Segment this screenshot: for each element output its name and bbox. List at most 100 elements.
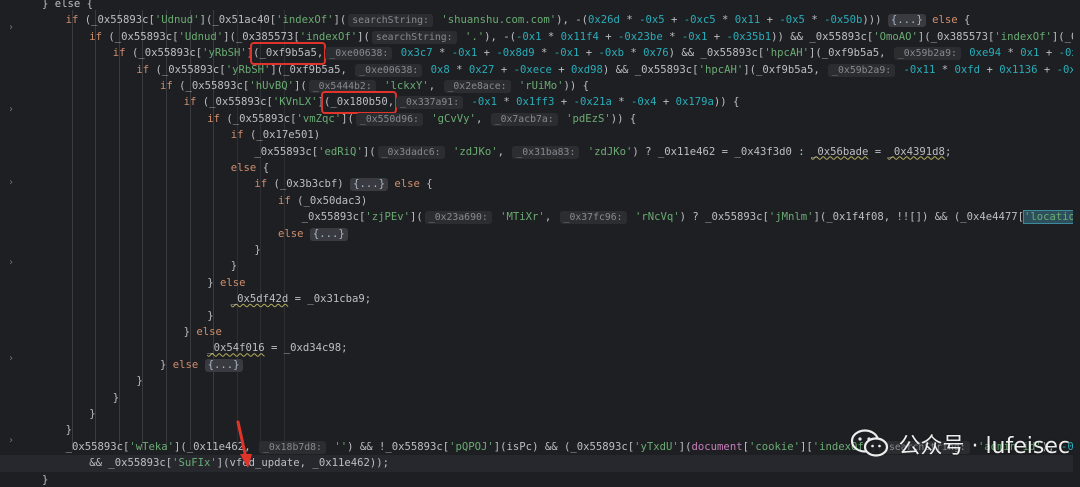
code-line[interactable]: if (_0x55893c['yRbSH'](_0xf9b5a5, _0xe006… — [0, 42, 1080, 65]
code-editor[interactable]: › › › › › › } else {if (_0x55893c['Udnud… — [0, 0, 1080, 487]
code-line[interactable]: if (_0x50dac3) — [0, 193, 367, 209]
code-token: 0x1ff3 — [516, 96, 555, 109]
code-token: , — [475, 112, 489, 125]
code-token: * — [541, 30, 561, 43]
code-token: _0x5df42d — [230, 293, 289, 306]
code-token: _0x55893c[ — [301, 211, 366, 224]
folded-region[interactable]: {...} — [204, 358, 243, 372]
code-token: )) { — [610, 112, 637, 125]
vertical-scrollbar[interactable] — [1073, 0, 1080, 487]
code-line[interactable]: } else { — [0, 0, 93, 12]
code-line[interactable]: } — [0, 390, 119, 406]
code-token: -0x21a — [573, 96, 612, 109]
code-token: ), -( — [484, 30, 516, 43]
code-token: -0x5 — [779, 14, 805, 27]
code-token: 0x3c7 — [394, 47, 433, 60]
code-line[interactable]: } else {...} — [0, 357, 243, 373]
code-token: 0x76 — [643, 47, 669, 60]
code-line[interactable]: _0x54f016 = _0xd34c98; — [0, 340, 347, 356]
code-token: + — [551, 63, 571, 76]
code-line[interactable]: else { — [0, 160, 269, 176]
code-line[interactable]: if (_0x55893c['KVnLX'](_0x180b50, _0x337a… — [0, 91, 739, 114]
code-token: + — [656, 96, 676, 109]
code-token: (_0x55893c[ — [179, 80, 250, 92]
code-token: * — [935, 63, 955, 76]
code-token: * — [623, 47, 644, 60]
code-token: 'vmZqc' — [296, 112, 342, 125]
code-line[interactable]: } — [0, 406, 95, 422]
parameter-hint: _0x2e8ace: — [443, 80, 511, 93]
code-token: _0x54f016 — [207, 342, 265, 355]
folded-region[interactable]: {...} — [309, 227, 348, 241]
code-token: 'SuFIx' — [172, 457, 217, 470]
code-token: , — [428, 80, 442, 92]
code-line[interactable]: } else — [0, 324, 222, 340]
code-token: 'cookie' — [748, 440, 800, 453]
code-token: 'yRbSH' — [202, 47, 247, 60]
code-token: ))) — [862, 14, 888, 27]
code-token: 'Udnud' — [154, 14, 200, 27]
code-line[interactable]: _0x5df42d = _0x31cba9; — [0, 291, 371, 307]
code-line[interactable]: } else — [0, 275, 245, 291]
code-token: else — [219, 276, 246, 289]
code-line[interactable]: if (_0x55893c['yRbSH'](_0xf9b5a5, _0xe00… — [0, 62, 1080, 78]
code-token: 'OmoAO' — [873, 30, 918, 43]
parameter-hint: _0x18b7d8: — [258, 440, 326, 454]
parameter-hint: _0x59b2a9: — [828, 63, 896, 77]
code-line[interactable]: if (_0x55893c['hUvBQ'](_0x5444b2: 'lckxY… — [0, 78, 589, 94]
code-line[interactable]: } — [0, 242, 261, 258]
folded-region[interactable]: {...} — [350, 178, 388, 192]
code-token: + — [707, 30, 727, 43]
code-line[interactable]: else {...} — [0, 226, 348, 242]
parameter-hint: _0x59b2a9: — [893, 47, 961, 61]
code-token: )) { — [563, 80, 590, 92]
code-token: + — [1039, 47, 1059, 60]
code-line[interactable]: } — [0, 472, 48, 487]
code-token: -0x11 — [897, 63, 936, 76]
code-line[interactable]: } — [0, 422, 72, 438]
code-line[interactable]: if (_0x17e501) — [0, 127, 320, 143]
folded-region[interactable]: {...} — [887, 14, 926, 28]
code-token: else — [230, 162, 263, 174]
search-match: 'location' — [1023, 210, 1080, 225]
code-line[interactable]: } — [0, 258, 237, 274]
code-token: ) ? _0x55893c[ — [679, 211, 769, 224]
code-token: else — [278, 227, 310, 240]
code-token: 'yTxdU' — [634, 440, 679, 453]
parameter-hint: _0xe00638: — [355, 63, 423, 77]
code-line[interactable]: } — [0, 308, 213, 324]
code-token: * — [534, 47, 554, 60]
code-line[interactable]: _0x55893c['edRiQ'](_0x3dadc6: 'zdJKo', _… — [0, 144, 951, 160]
code-token: + — [477, 47, 497, 60]
code-token: if — [160, 80, 180, 92]
parameter-hint: _0x5444b2: — [308, 80, 376, 93]
code-line[interactable]: if (_0x55893c['Udnud'](_0x51ac40['indexO… — [0, 12, 970, 28]
code-line[interactable]: if (_0x55893c['Udnud'](_0x385573['indexO… — [0, 29, 1080, 45]
code-token: } — [254, 244, 261, 256]
code-token: 'pQPOJ' — [449, 440, 494, 453]
code-token: ) ? _0x11e462 = _0x43f3d0 : — [632, 145, 811, 158]
code-token: (_0x3b3cbf) — [273, 178, 351, 191]
code-token: ]( — [293, 80, 307, 92]
code-token: 'hpcAH' — [764, 47, 809, 60]
code-token: (_0x55893c[ — [131, 47, 203, 60]
code-line[interactable]: if (_0x55893c['vmZqc'](_0x550d96: 'gCvVy… — [0, 111, 636, 127]
code-token: = _0x31cba9; — [288, 293, 372, 306]
code-line[interactable]: if (_0x3b3cbf) {...} else { — [0, 176, 433, 192]
code-token: 'rUiMo' — [512, 80, 564, 92]
code-token: _0x55893c[ — [65, 440, 130, 453]
code-line[interactable]: } — [0, 373, 142, 389]
code-token: if — [65, 14, 85, 27]
code-token: 0xe94 — [962, 47, 1002, 60]
code-token: _0x56bade — [810, 145, 869, 158]
code-token: 'pdEzS' — [559, 112, 611, 125]
code-token: ][ — [800, 440, 813, 453]
code-token: 'indexOf' — [994, 30, 1052, 43]
code-token: * — [449, 63, 469, 76]
code-token: 'rNcVq' — [628, 211, 680, 224]
code-token: = — [868, 145, 888, 158]
code-token: _0x55893c[ — [254, 145, 319, 158]
code-line[interactable]: _0x55893c['zjPEv'](_0x23a690: 'MTiXr', _… — [0, 209, 1080, 225]
parameter-hint: _0x337a91: — [396, 96, 464, 110]
code-token: * — [1001, 47, 1021, 60]
